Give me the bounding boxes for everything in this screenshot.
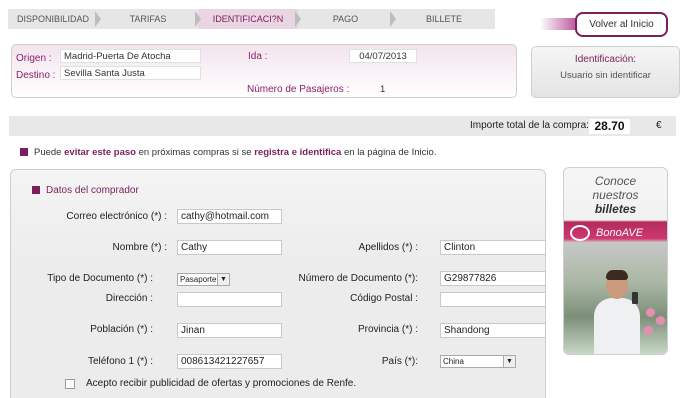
direccion-label: Dirección :: [105, 293, 153, 304]
chevron-down-icon: ▼: [217, 274, 229, 285]
publicidad-label: Acepto recibir publicidad de ofertas y p…: [86, 378, 357, 389]
identificacion-title: Identificación:: [574, 54, 637, 65]
banner-line3: billetes: [594, 202, 637, 216]
importe-label: Importe total de la compra:: [470, 120, 589, 131]
origen-value: Madrid-Puerta De Atocha: [60, 49, 201, 63]
publicidad-checkbox[interactable]: [65, 379, 75, 389]
poblacion-field[interactable]: Jinan: [177, 323, 282, 338]
step-tarifas: TARIFAS: [98, 9, 201, 29]
destino-label: Destino :: [16, 70, 56, 81]
info-text-mid1: en próximas compras si se: [135, 147, 255, 158]
provincia-label: Provincia (*) :: [357, 324, 418, 335]
telefono-field[interactable]: 008613421227657: [177, 354, 282, 369]
pasajeros-label: Número de Pasajeros :: [247, 84, 350, 95]
tipo-doc-label: Tipo de Documento (*) :: [47, 273, 153, 284]
cp-field[interactable]: [440, 292, 546, 307]
flower-icon: [656, 316, 665, 325]
apellidos-field[interactable]: Clinton: [440, 240, 546, 255]
trip-summary: Origen : Madrid-Puerta De Atocha Destino…: [11, 44, 517, 98]
progress-steps: DISPONIBILIDAD TARIFAS IDENTIFICACI?N PA…: [8, 9, 495, 29]
pais-label: País (*):: [381, 356, 418, 367]
form-title: Datos del comprador: [32, 185, 139, 196]
num-doc-label: Número de Documento (*):: [298, 273, 419, 284]
importe-currency: €: [656, 120, 662, 131]
provincia-field[interactable]: Shandong: [440, 323, 546, 338]
banner-line1: Conoce: [594, 174, 637, 188]
ida-value: 04/07/2013: [349, 49, 417, 63]
nombre-label: Nombre (*) :: [112, 242, 167, 253]
bullet-square-icon: [20, 148, 28, 156]
tipo-doc-select[interactable]: Pasaporte ▼: [177, 273, 230, 286]
volver-inicio-button[interactable]: Volver al Inicio: [575, 12, 668, 37]
step-disponibilidad: DISPONIBILIDAD: [8, 9, 101, 29]
email-field[interactable]: cathy@hotmail.com: [177, 209, 282, 224]
flower-icon: [644, 326, 653, 335]
buyer-form: Datos del comprador Correo electrónico (…: [10, 169, 546, 398]
tipo-doc-value: Pasaporte: [180, 275, 217, 284]
step-billete: BILLETE: [393, 9, 495, 29]
poblacion-label: Población (*) :: [90, 324, 153, 335]
identificacion-box[interactable]: Identificación: Usuario sin identificar: [531, 46, 680, 98]
identificacion-status: Usuario sin identificar: [560, 70, 651, 81]
bonoave-banner[interactable]: Conoce nuestros billetes BonoAVE: [563, 167, 668, 355]
info-text-evitar: evitar este paso: [64, 147, 136, 158]
chevron-down-icon: ▼: [503, 356, 515, 367]
pais-select[interactable]: China ▼: [440, 355, 516, 368]
cp-label: Código Postal :: [350, 293, 418, 304]
pasajeros-value: 1: [380, 84, 386, 95]
form-title-text: Datos del comprador: [46, 185, 139, 196]
direccion-field[interactable]: [177, 292, 282, 307]
flowers-decoration: [642, 306, 667, 346]
apellidos-label: Apellidos (*) :: [358, 242, 418, 253]
destino-value: Sevilla Santa Justa: [60, 66, 201, 80]
businessman-photo: [594, 270, 640, 354]
ida-label: Ida :: [248, 51, 268, 62]
email-label: Correo electrónico (*) :: [66, 211, 167, 222]
phone-icon: [632, 292, 638, 304]
info-message: Puede evitar este paso en próximas compr…: [20, 147, 436, 158]
pais-value: China: [443, 357, 464, 366]
banner-bono: BonoAVE: [596, 227, 644, 239]
telefono-label: Teléfono 1 (*) :: [87, 356, 153, 367]
num-doc-field[interactable]: G29877826: [440, 271, 546, 286]
origen-label: Origen :: [16, 53, 52, 64]
banner-line2: nuestros: [592, 188, 639, 202]
bullet-square-icon: [32, 186, 40, 194]
volver-decoration: [540, 18, 580, 30]
step-pago: PAGO: [298, 9, 396, 29]
step-identificacion: IDENTIFICACI?N: [198, 9, 301, 29]
flower-icon: [646, 308, 655, 317]
nombre-field[interactable]: Cathy: [177, 240, 282, 255]
businessman-body: [594, 298, 640, 354]
info-text-pre: Puede: [34, 147, 65, 158]
info-text-registra[interactable]: registra e identifica: [254, 147, 341, 158]
importe-bar: Importe total de la compra: 28.70 €: [9, 116, 676, 136]
info-text-mid2: en la página de Inicio.: [341, 147, 437, 158]
importe-amount: 28.70: [589, 119, 630, 134]
businessman-hair: [606, 270, 628, 280]
